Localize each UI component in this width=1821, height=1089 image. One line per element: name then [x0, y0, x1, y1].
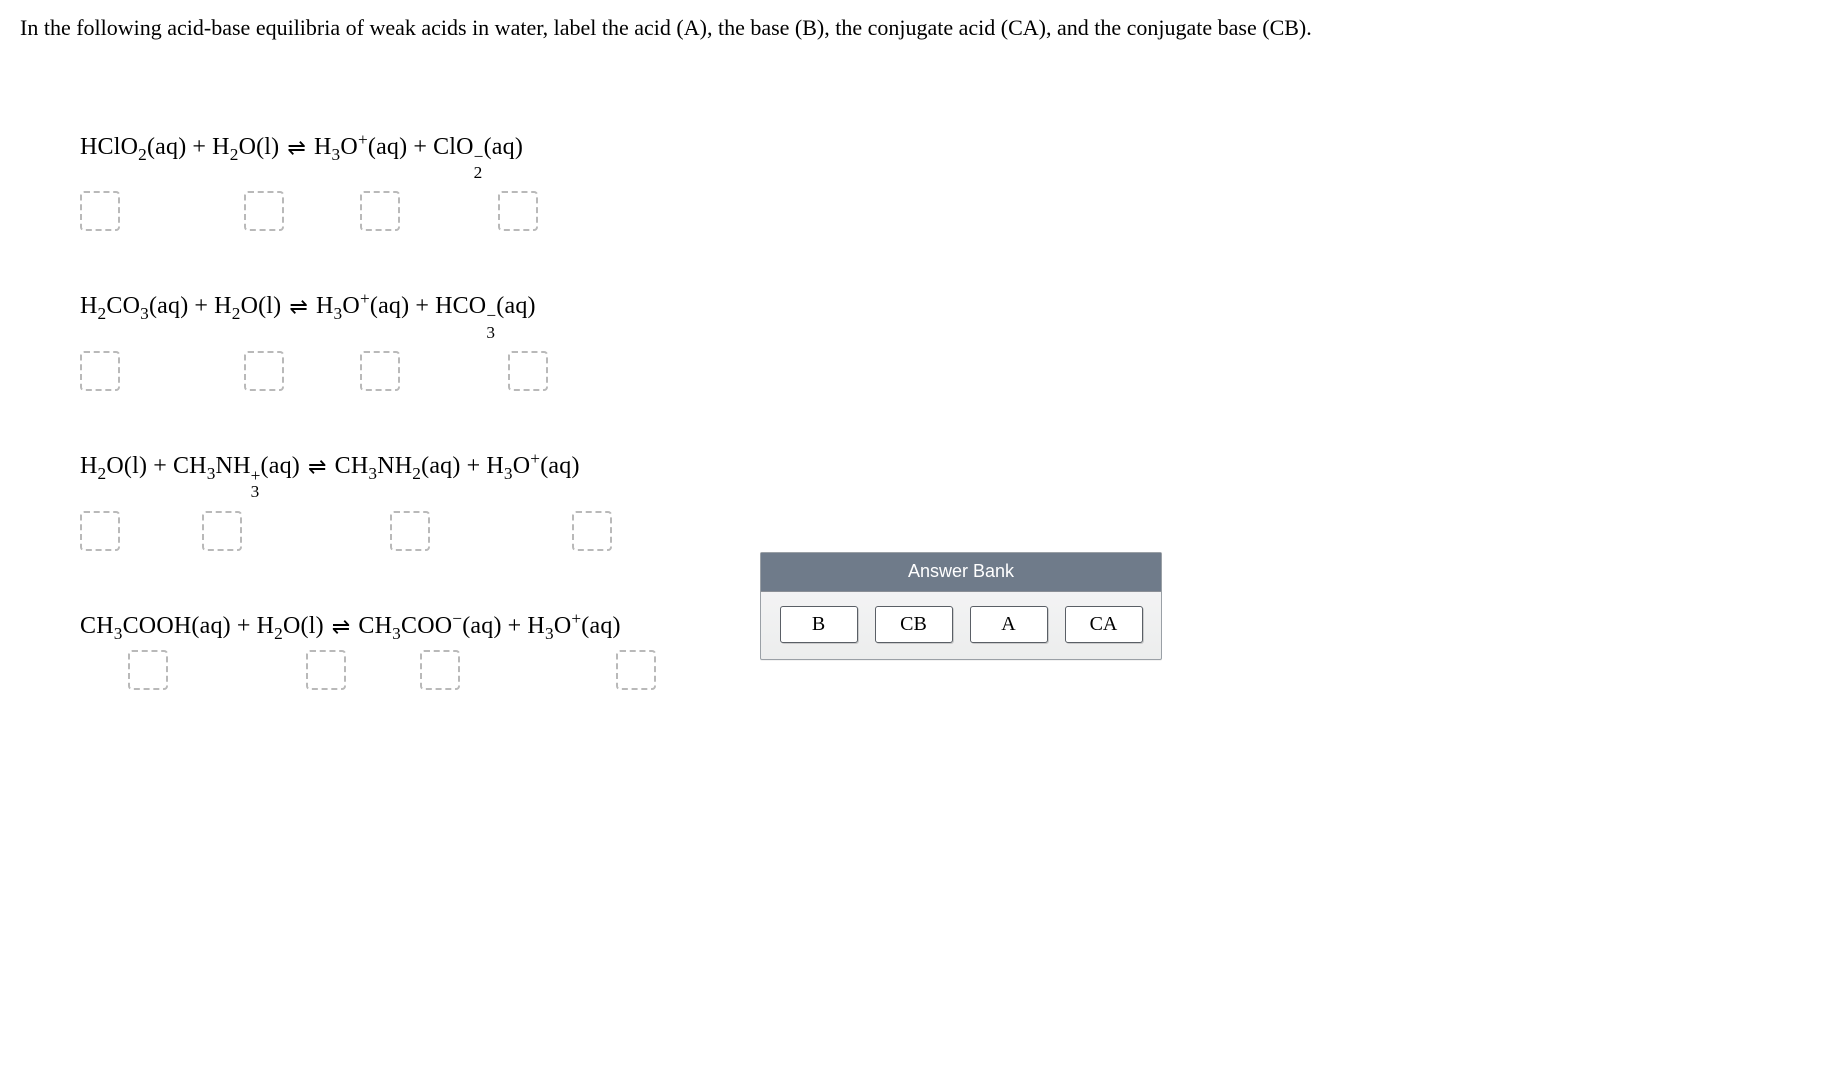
drop-target[interactable]: [360, 351, 400, 391]
drop-target[interactable]: [80, 191, 120, 231]
drop-target[interactable]: [360, 191, 400, 231]
species: H2O(l): [214, 293, 281, 320]
equilibrium-arrow-icon: ⇌: [324, 614, 359, 640]
equation-block: H2O(l)+CH3NH+3(aq)⇌CH3NH2(aq)+H3O+(aq): [80, 453, 1801, 555]
drop-target[interactable]: [572, 511, 612, 551]
drop-target[interactable]: [390, 511, 430, 551]
plus-sign: +: [409, 293, 435, 319]
answer-tile-a[interactable]: A: [970, 606, 1048, 643]
drop-target[interactable]: [244, 191, 284, 231]
answer-tile-cb[interactable]: CB: [875, 606, 953, 643]
equation-block: H2CO3(aq)+H2O(l)⇌H3O+(aq)+HCO−3(aq): [80, 293, 1801, 395]
species: CH3COO−(aq): [358, 613, 501, 640]
answer-bank: Answer Bank B CB A CA: [760, 552, 1162, 660]
drop-row: [80, 351, 1801, 395]
plus-sign: +: [461, 453, 487, 479]
drop-target[interactable]: [616, 650, 656, 690]
drop-target[interactable]: [80, 351, 120, 391]
species: H3O+(aq): [316, 293, 409, 320]
drop-target[interactable]: [80, 511, 120, 551]
drop-target[interactable]: [128, 650, 168, 690]
equilibrium-arrow-icon: ⇌: [281, 294, 316, 320]
answer-bank-title: Answer Bank: [761, 553, 1161, 592]
equation: HClO2(aq)+H2O(l)⇌H3O+(aq)+ClO−2(aq): [80, 134, 1801, 182]
plus-sign: +: [407, 134, 433, 160]
answer-tile-b[interactable]: B: [780, 606, 858, 643]
plus-sign: +: [186, 134, 212, 160]
answer-bank-body: B CB A CA: [761, 592, 1161, 659]
equilibrium-arrow-icon: ⇌: [300, 454, 335, 480]
plus-sign: +: [231, 613, 257, 639]
species: HClO2(aq): [80, 134, 186, 161]
species: H3O+(aq): [314, 134, 407, 161]
equation-block: HClO2(aq)+H2O(l)⇌H3O+(aq)+ClO−2(aq): [80, 134, 1801, 236]
drop-target[interactable]: [244, 351, 284, 391]
equation: H2O(l)+CH3NH+3(aq)⇌CH3NH2(aq)+H3O+(aq): [80, 453, 1801, 501]
species: CH3NH2(aq): [335, 453, 461, 480]
drop-target[interactable]: [420, 650, 460, 690]
species: H3O+(aq): [527, 613, 620, 640]
species: H3O+(aq): [486, 453, 579, 480]
species: HCO−3(aq): [435, 293, 536, 341]
equilibrium-arrow-icon: ⇌: [279, 135, 314, 161]
species: CH3COOH(aq): [80, 613, 231, 640]
plus-sign: +: [502, 613, 528, 639]
drop-target[interactable]: [508, 351, 548, 391]
species: CH3NH+3(aq): [173, 453, 300, 501]
drop-target[interactable]: [202, 511, 242, 551]
drop-target[interactable]: [498, 191, 538, 231]
answer-tile-ca[interactable]: CA: [1065, 606, 1143, 643]
drop-row: [80, 511, 1801, 555]
plus-sign: +: [188, 293, 214, 319]
species: H2O(l): [212, 134, 279, 161]
plus-sign: +: [147, 453, 173, 479]
drop-target[interactable]: [306, 650, 346, 690]
species: H2O(l): [257, 613, 324, 640]
equation: H2CO3(aq)+H2O(l)⇌H3O+(aq)+HCO−3(aq): [80, 293, 1801, 341]
drop-row: [80, 191, 1801, 235]
species: H2CO3(aq): [80, 293, 188, 320]
question-prompt: In the following acid-base equilibria of…: [20, 12, 1801, 44]
species: ClO−2(aq): [433, 134, 523, 182]
species: H2O(l): [80, 453, 147, 480]
